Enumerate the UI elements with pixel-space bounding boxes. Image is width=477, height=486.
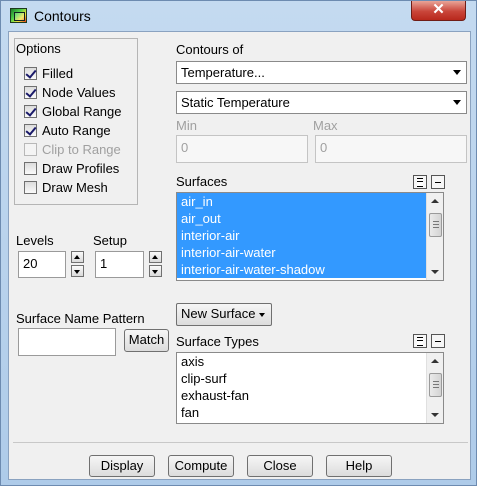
contours-of-quantity-dropdown[interactable]: Static Temperature	[176, 91, 467, 114]
filled-label: Filled	[42, 66, 74, 81]
draw-mesh-label: Draw Mesh	[42, 180, 108, 195]
surface-type-item-axis[interactable]: axis	[177, 353, 443, 370]
max-value: 0	[320, 140, 328, 155]
options-title: Options	[16, 41, 61, 56]
min-label: Min	[176, 118, 197, 133]
help-button[interactable]: Help	[326, 455, 392, 477]
surface-types-label: Surface Types	[176, 334, 259, 349]
chevron-down-icon	[453, 100, 461, 105]
surfaces-label: Surfaces	[176, 174, 228, 189]
levels-decrement-icon[interactable]	[71, 265, 84, 277]
surface-type-item-exhaust-fan[interactable]: exhaust-fan	[177, 387, 443, 404]
deselect-all-surface-types-icon[interactable]	[431, 334, 445, 348]
setup-decrement-icon[interactable]	[149, 265, 162, 277]
surface-item-interior-air[interactable]: interior-air	[177, 227, 443, 244]
new-surface-label: New Surface	[181, 306, 256, 321]
contours-of-category-dropdown[interactable]: Temperature...	[176, 61, 467, 84]
chevron-down-icon	[259, 313, 265, 317]
surface-type-item-clip-surf[interactable]: clip-surf	[177, 370, 443, 387]
select-all-surface-types-icon[interactable]	[413, 334, 427, 348]
surfaces-list[interactable]: air_in air_out interior-air interior-air…	[176, 192, 444, 281]
levels-field[interactable]: 20	[18, 251, 66, 278]
surface-item-interior-air-water-shadow[interactable]: interior-air-water-shadow	[177, 261, 443, 278]
scroll-down-icon[interactable]	[427, 407, 443, 423]
min-value: 0	[181, 140, 189, 155]
compute-button[interactable]: Compute	[168, 455, 234, 477]
close-button[interactable]: Close	[247, 455, 313, 477]
contours-app-icon	[10, 8, 27, 23]
deselect-all-surfaces-icon[interactable]	[431, 175, 445, 189]
checkbox-check-icon	[24, 105, 37, 118]
levels-label: Levels	[16, 233, 54, 248]
max-label: Max	[313, 118, 338, 133]
scroll-thumb[interactable]	[429, 213, 442, 237]
checkbox-check-icon	[24, 124, 37, 137]
surface-item-air-out[interactable]: air_out	[177, 210, 443, 227]
surface-name-pattern-label: Surface Name Pattern	[16, 311, 145, 326]
close-window-button[interactable]: ✕	[411, 1, 466, 21]
quantity-value: Static Temperature	[181, 95, 290, 110]
global-range-label: Global Range	[42, 104, 122, 119]
setup-increment-icon[interactable]	[149, 251, 162, 263]
surfaces-scrollbar[interactable]	[426, 193, 443, 280]
bottom-separator	[13, 442, 468, 443]
scroll-up-icon[interactable]	[427, 353, 443, 369]
checkbox-check-icon	[24, 67, 37, 80]
checkbox-box	[24, 143, 37, 156]
chevron-down-icon	[453, 70, 461, 75]
draw-profiles-label: Draw Profiles	[42, 161, 120, 176]
surface-item-air-in[interactable]: air_in	[177, 193, 443, 210]
scroll-thumb[interactable]	[429, 373, 442, 397]
category-value: Temperature...	[181, 65, 265, 80]
clip-to-range-label: Clip to Range	[42, 142, 121, 157]
surface-types-scrollbar[interactable]	[426, 353, 443, 423]
contours-of-label: Contours of	[176, 42, 244, 57]
dialog-client-area: Options Filled Node Values Global Range …	[8, 31, 471, 480]
min-field: 0	[176, 135, 308, 163]
window-title: Contours	[34, 8, 91, 24]
levels-increment-icon[interactable]	[71, 251, 84, 263]
select-all-surfaces-icon[interactable]	[413, 175, 427, 189]
surface-type-item-fan[interactable]: fan	[177, 404, 443, 421]
surface-types-list[interactable]: axis clip-surf exhaust-fan fan	[176, 352, 444, 424]
scroll-up-icon[interactable]	[427, 193, 443, 209]
contours-window: Contours ✕ Options Filled Node Values Gl…	[0, 0, 477, 486]
scroll-down-icon[interactable]	[427, 264, 443, 280]
checkbox-check-icon	[24, 86, 37, 99]
auto-range-label: Auto Range	[42, 123, 111, 138]
checkbox-box	[24, 181, 37, 194]
checkbox-box	[24, 162, 37, 175]
node-values-label: Node Values	[42, 85, 116, 100]
match-button[interactable]: Match	[124, 329, 169, 352]
display-button[interactable]: Display	[89, 455, 155, 477]
surface-item-interior-air-water[interactable]: interior-air-water	[177, 244, 443, 261]
setup-field[interactable]: 1	[95, 251, 144, 278]
levels-value: 20	[23, 256, 38, 271]
setup-label: Setup	[93, 233, 127, 248]
new-surface-dropdown-button[interactable]: New Surface	[176, 303, 272, 326]
max-field: 0	[315, 135, 467, 163]
surface-name-pattern-field[interactable]	[18, 328, 116, 356]
title-bar[interactable]: Contours ✕	[1, 1, 476, 31]
setup-value: 1	[100, 256, 108, 271]
